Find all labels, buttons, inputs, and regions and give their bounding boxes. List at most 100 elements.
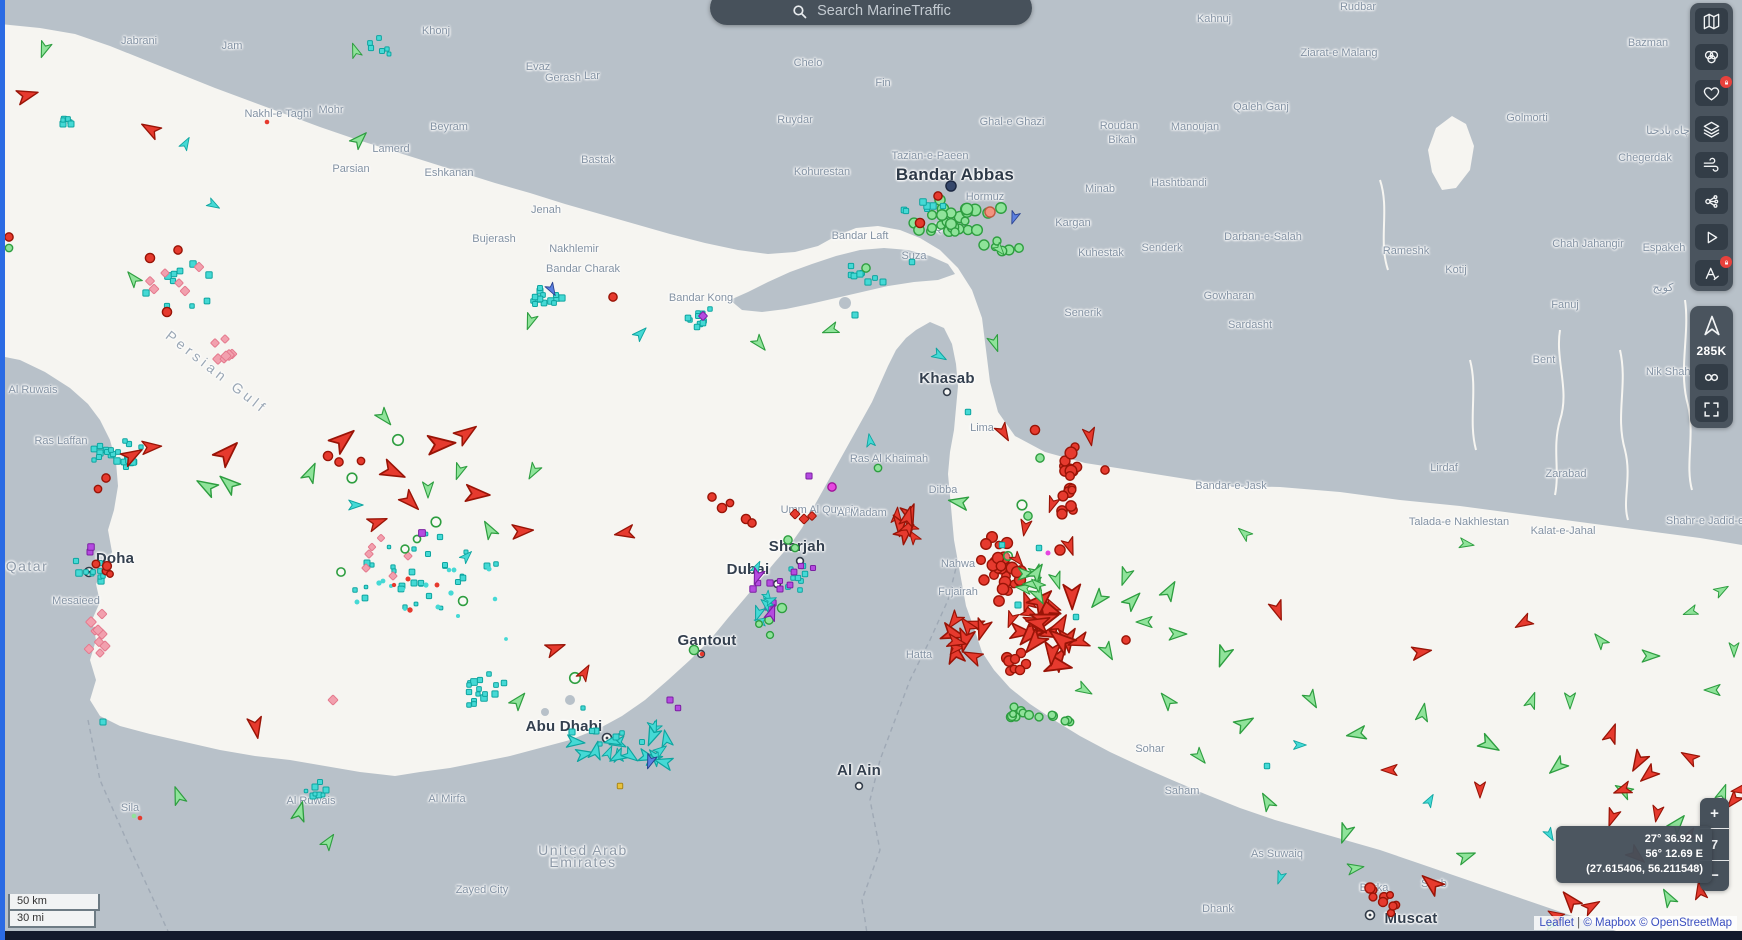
- vessel-marker[interactable]: [786, 581, 794, 589]
- vessel-marker[interactable]: [620, 746, 641, 766]
- vessel-marker[interactable]: [1008, 709, 1018, 719]
- vessel-marker[interactable]: [980, 538, 992, 550]
- vessel-marker[interactable]: [754, 619, 764, 629]
- vessel-marker[interactable]: [986, 334, 1003, 354]
- vessel-marker[interactable]: [1301, 688, 1321, 710]
- vessel-marker[interactable]: [865, 433, 876, 448]
- vessel-marker[interactable]: [588, 727, 596, 735]
- vessel-marker[interactable]: [608, 292, 618, 302]
- vessel-marker[interactable]: [413, 601, 419, 607]
- vessel-marker[interactable]: [170, 270, 178, 278]
- vessel-marker[interactable]: [423, 582, 429, 588]
- vessel-marker[interactable]: [984, 206, 996, 218]
- vessel-marker[interactable]: [1417, 870, 1446, 897]
- vessel-marker[interactable]: [631, 324, 649, 343]
- vessel-marker[interactable]: [1158, 578, 1180, 603]
- vessel-marker[interactable]: [1456, 847, 1478, 866]
- vessel-marker[interactable]: [613, 524, 636, 541]
- vessel-marker[interactable]: [60, 117, 66, 123]
- vessel-marker[interactable]: [805, 472, 813, 480]
- vessel-marker[interactable]: [1364, 882, 1376, 894]
- vessel-marker[interactable]: [1064, 446, 1078, 460]
- vessel-marker[interactable]: [4, 232, 14, 242]
- vessel-marker[interactable]: [352, 587, 358, 593]
- vessel-marker[interactable]: [1100, 465, 1110, 475]
- toolbar-my-fleets-button[interactable]: [1695, 76, 1732, 106]
- vessel-marker[interactable]: [1410, 644, 1433, 661]
- vessel-marker[interactable]: [479, 518, 500, 541]
- vessel-marker[interactable]: [1014, 243, 1024, 253]
- vessel-marker[interactable]: [403, 607, 407, 611]
- vessel-marker[interactable]: [1523, 691, 1540, 710]
- vessel-marker[interactable]: [766, 579, 774, 587]
- vessel-marker[interactable]: [684, 314, 692, 322]
- vessel-marker[interactable]: [96, 608, 108, 620]
- vessel-marker[interactable]: [978, 574, 990, 586]
- vessel-marker[interactable]: [1336, 822, 1356, 846]
- vessel-marker[interactable]: [84, 644, 94, 654]
- vessel-marker[interactable]: [493, 682, 499, 688]
- attribution-leaflet-link[interactable]: Leaflet: [1539, 917, 1574, 929]
- search-bar[interactable]: Search MarineTraffic: [710, 0, 1032, 25]
- vessel-marker[interactable]: [90, 445, 98, 453]
- vessel-marker[interactable]: [847, 262, 855, 270]
- vessel-marker[interactable]: [361, 594, 369, 602]
- toolbar-weather-button[interactable]: [1695, 152, 1728, 178]
- vessel-marker[interactable]: [435, 604, 441, 610]
- vessel-marker[interactable]: [747, 518, 757, 528]
- vessel-marker[interactable]: [580, 705, 586, 711]
- vessel-marker[interactable]: [950, 227, 960, 237]
- vessel-marker[interactable]: [975, 554, 987, 566]
- vessel-marker[interactable]: [486, 671, 492, 677]
- vessel-marker[interactable]: [215, 471, 242, 496]
- vessel-marker[interactable]: [1380, 763, 1398, 777]
- vessel-marker[interactable]: [1414, 702, 1431, 723]
- vessel-marker[interactable]: [93, 484, 103, 494]
- vessel-marker[interactable]: [367, 40, 373, 46]
- vessel-marker[interactable]: [205, 197, 221, 212]
- vessel-marker[interactable]: [327, 424, 360, 455]
- vessel-marker[interactable]: [1563, 692, 1577, 710]
- vessel-marker[interactable]: [1047, 710, 1057, 720]
- vessel-marker[interactable]: [491, 690, 499, 698]
- vessel-marker[interactable]: [366, 513, 390, 533]
- vessel-marker[interactable]: [4, 243, 14, 253]
- vessel-marker[interactable]: [879, 278, 887, 286]
- vessel-marker[interactable]: [346, 472, 358, 484]
- vessel-marker[interactable]: [827, 482, 837, 492]
- vessel-marker[interactable]: [336, 567, 346, 577]
- vessel-marker[interactable]: [1274, 870, 1287, 885]
- vessel-marker[interactable]: [1190, 746, 1210, 766]
- vessel-marker[interactable]: [75, 569, 83, 577]
- vessel-marker[interactable]: [964, 408, 972, 416]
- vessel-marker[interactable]: [1368, 892, 1378, 902]
- vessel-marker[interactable]: [378, 47, 386, 55]
- vessel-marker[interactable]: [476, 676, 484, 684]
- vessel-marker[interactable]: [67, 120, 75, 128]
- vessel-marker[interactable]: [558, 294, 566, 302]
- vessel-marker[interactable]: [995, 202, 1007, 214]
- vessel-marker[interactable]: [716, 502, 728, 514]
- vessel-marker[interactable]: [1074, 680, 1094, 699]
- vessel-marker[interactable]: [424, 550, 432, 558]
- vessel-marker[interactable]: [1067, 485, 1077, 495]
- vessel-marker[interactable]: [193, 475, 220, 499]
- vessel-marker[interactable]: [1458, 537, 1475, 550]
- vessel-marker[interactable]: [471, 701, 477, 707]
- vessel-marker[interactable]: [1345, 725, 1368, 742]
- vessel-marker[interactable]: [210, 338, 220, 348]
- vessel-marker[interactable]: [1056, 508, 1068, 520]
- vessel-marker[interactable]: [1678, 747, 1701, 768]
- vessel-marker[interactable]: [749, 585, 757, 593]
- vessel-marker[interactable]: [1072, 613, 1080, 621]
- vessel-marker[interactable]: [797, 587, 803, 593]
- vessel-marker[interactable]: [1558, 887, 1583, 914]
- vessel-marker[interactable]: [95, 453, 103, 461]
- vessel-marker[interactable]: [211, 437, 244, 469]
- vessel-marker[interactable]: [1235, 525, 1254, 542]
- vessel-marker[interactable]: [90, 569, 96, 575]
- vessel-marker[interactable]: [797, 562, 805, 570]
- vessel-marker[interactable]: [1008, 210, 1021, 225]
- vessel-marker[interactable]: [995, 560, 1007, 572]
- vessel-marker[interactable]: [947, 494, 970, 511]
